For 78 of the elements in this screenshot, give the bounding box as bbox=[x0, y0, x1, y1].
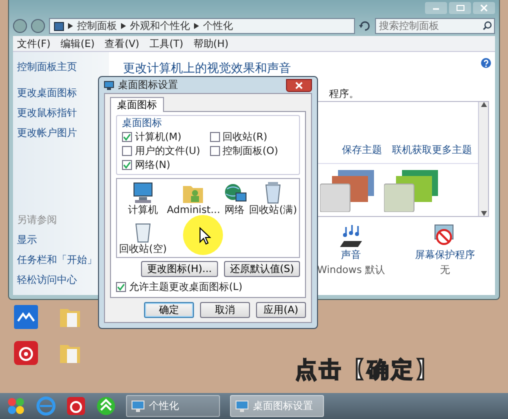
theme-link[interactable]: 保存主题 bbox=[342, 143, 382, 157]
caption-text: 点击【确定】 bbox=[295, 356, 439, 385]
tab[interactable]: 桌面图标 bbox=[110, 97, 164, 112]
chevron-icon bbox=[68, 23, 73, 29]
menu-item[interactable]: 帮助(H) bbox=[193, 36, 229, 50]
monitor-icon bbox=[104, 80, 114, 90]
checkbox-label: 计算机(M) bbox=[135, 130, 182, 144]
checkbox[interactable] bbox=[210, 146, 220, 156]
address-bar[interactable]: 控制面板 外观和个性化 个性化 bbox=[49, 18, 355, 34]
sidebar-link[interactable]: 控制面板主页 bbox=[17, 60, 105, 74]
check-icon bbox=[123, 161, 131, 169]
page-heading: 更改计算机上的视觉效果和声音 bbox=[123, 60, 291, 77]
icon-label: 计算机 bbox=[128, 205, 158, 217]
checkbox[interactable] bbox=[122, 146, 132, 156]
breadcrumb-item[interactable]: 控制面板 bbox=[77, 19, 117, 33]
app-icon[interactable] bbox=[66, 396, 86, 416]
setting-value: Windows 默认 bbox=[317, 264, 385, 277]
icon-label: 回收站(空) bbox=[119, 244, 167, 256]
icon-label: 回收站(满) bbox=[249, 205, 297, 217]
app-icon[interactable] bbox=[14, 340, 38, 366]
setting-link[interactable]: 屏幕保护程序 bbox=[415, 248, 475, 262]
description-text: 程序。 bbox=[329, 89, 359, 100]
computer-icon[interactable] bbox=[130, 181, 155, 205]
icon-label: 网络 bbox=[224, 205, 245, 217]
menu-item[interactable]: 编辑(E) bbox=[60, 36, 95, 50]
checkbox-label: 用户的文件(U) bbox=[135, 144, 200, 158]
theme-link[interactable]: 联机获取更多主题 bbox=[392, 143, 472, 157]
dialog-button[interactable]: 取消 bbox=[200, 302, 250, 318]
start-button[interactable] bbox=[6, 396, 26, 416]
breadcrumb-item[interactable]: 外观和个性化 bbox=[130, 19, 190, 33]
search-field[interactable]: 搜索控制面板 bbox=[375, 18, 495, 34]
close-icon bbox=[295, 82, 303, 88]
menu-item[interactable]: 文件(F) bbox=[17, 36, 51, 50]
refresh-icon[interactable] bbox=[359, 21, 371, 31]
checkbox[interactable] bbox=[122, 132, 132, 142]
dialog-title: 桌面图标设置 bbox=[118, 78, 179, 92]
section-heading: 另请参阅 bbox=[17, 214, 58, 227]
action-button[interactable]: 还原默认值(S) bbox=[224, 261, 300, 277]
menu-item[interactable]: 工具(T) bbox=[149, 36, 184, 50]
browser-icon[interactable] bbox=[36, 396, 56, 416]
checkbox-label: 允许主题更改桌面图标(L) bbox=[129, 280, 242, 294]
checkbox[interactable] bbox=[116, 282, 126, 292]
checkbox[interactable] bbox=[210, 132, 220, 142]
app-icon[interactable] bbox=[14, 304, 38, 330]
menu-item[interactable]: 查看(V) bbox=[104, 36, 140, 50]
setting-value: 无 bbox=[440, 264, 450, 277]
dialog-button[interactable]: 确定 bbox=[144, 302, 194, 318]
app-icon[interactable] bbox=[96, 396, 116, 416]
close-button[interactable] bbox=[286, 78, 312, 92]
theme-thumbnail[interactable] bbox=[320, 168, 376, 212]
chevron-icon bbox=[194, 23, 199, 29]
setting-link[interactable]: 声音 bbox=[341, 248, 362, 262]
theme-thumbnail[interactable] bbox=[384, 168, 440, 212]
action-button[interactable]: 更改图标(H)... bbox=[140, 261, 218, 277]
control-panel-icon bbox=[54, 22, 64, 30]
checkbox-label: 网络(N) bbox=[135, 159, 170, 172]
cursor-icon bbox=[199, 227, 211, 245]
breadcrumb-item[interactable]: 个性化 bbox=[203, 19, 233, 33]
scroll-up-icon[interactable] bbox=[480, 102, 486, 107]
checkbox-label: 回收站(R) bbox=[222, 130, 268, 144]
forward-button[interactable] bbox=[31, 19, 45, 33]
check-icon bbox=[123, 133, 131, 141]
music-notes-icon[interactable] bbox=[338, 223, 364, 247]
chevron-icon bbox=[121, 23, 126, 29]
monitor-icon bbox=[131, 400, 145, 412]
help-icon[interactable] bbox=[481, 58, 491, 68]
dialog-button[interactable]: 应用(A) bbox=[256, 302, 306, 318]
icon-label: Administ... bbox=[166, 205, 220, 217]
check-icon bbox=[117, 283, 125, 291]
checkbox[interactable] bbox=[122, 160, 132, 170]
back-button[interactable] bbox=[13, 19, 27, 33]
group-label: 桌面图标 bbox=[122, 116, 163, 130]
scrollbar[interactable] bbox=[478, 102, 488, 216]
scroll-down-icon[interactable] bbox=[480, 211, 486, 216]
search-icon bbox=[483, 21, 492, 30]
checkbox-label: 控制面板(O) bbox=[222, 144, 278, 158]
monitor-icon bbox=[235, 400, 249, 412]
click-highlight bbox=[183, 215, 223, 255]
